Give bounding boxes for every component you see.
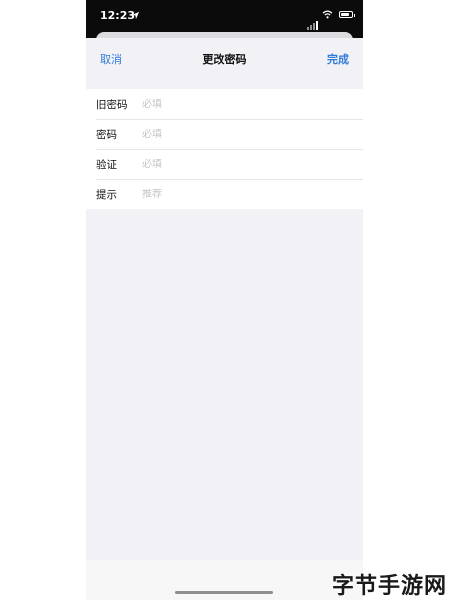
old-password-input[interactable] bbox=[142, 98, 332, 110]
new-password-label: 密码 bbox=[96, 128, 117, 141]
home-indicator[interactable] bbox=[175, 591, 273, 594]
old-password-label: 旧密码 bbox=[96, 98, 128, 111]
form-row-hint[interactable]: 提示 bbox=[86, 179, 363, 209]
page-title: 更改密码 bbox=[202, 53, 247, 66]
form-row-verify[interactable]: 验证 bbox=[86, 149, 363, 179]
battery-icon bbox=[339, 11, 355, 18]
location-arrow-icon bbox=[131, 11, 140, 20]
navigation-bar: 取消 更改密码 完成 bbox=[86, 38, 363, 78]
password-hint-input[interactable] bbox=[142, 188, 332, 200]
done-button[interactable]: 完成 bbox=[327, 51, 349, 67]
bottom-safe-area bbox=[86, 560, 363, 600]
password-form: 旧密码 密码 验证 提示 bbox=[86, 89, 363, 209]
phone-screen: 12:23 取消 更改密码 完成 旧密码 密码 验证 提示 推荐 bbox=[86, 0, 363, 600]
password-hint-label: 提示 bbox=[96, 188, 117, 201]
status-time: 12:23 bbox=[100, 9, 136, 22]
site-watermark: 字节手游网 bbox=[331, 574, 447, 599]
cellular-signal-icon bbox=[307, 11, 319, 30]
form-row-old-password[interactable]: 旧密码 bbox=[86, 89, 363, 119]
verify-password-label: 验证 bbox=[96, 158, 117, 171]
new-password-input[interactable] bbox=[142, 128, 332, 140]
form-row-new-password[interactable]: 密码 bbox=[86, 119, 363, 149]
change-password-sheet: 取消 更改密码 完成 旧密码 密码 验证 提示 bbox=[86, 38, 363, 600]
verify-password-input[interactable] bbox=[142, 158, 332, 170]
wifi-icon bbox=[322, 10, 333, 19]
